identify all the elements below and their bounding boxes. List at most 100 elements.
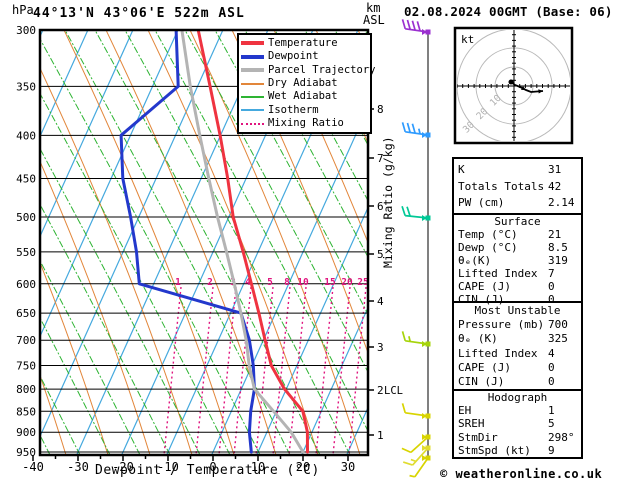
station-title: 44°13'N 43°06'E 522m ASL [33, 6, 245, 21]
legend-item: Dry Adiabat [241, 78, 368, 90]
stats-row: CAPE (J) 0 [458, 280, 577, 293]
legend-item: Dewpoint [241, 51, 368, 63]
legend-swatch-isotherm [241, 109, 264, 112]
stat-label: SREH [458, 417, 485, 431]
x-axis-label: Dewpoint / Temperature (°C) [95, 463, 320, 478]
stat-value: 319 [548, 254, 568, 267]
svg-text:900: 900 [16, 426, 36, 439]
svg-text:650: 650 [16, 307, 36, 320]
svg-text:500: 500 [16, 211, 36, 224]
stats-row: StmDir 298° [458, 431, 577, 444]
stats-box-indices: K 31 Totals Totals 42 PW (cm) 2.14 [452, 157, 583, 215]
stat-value: 9 [548, 443, 555, 457]
svg-text:850: 850 [16, 405, 36, 418]
stat-label: EH [458, 404, 472, 418]
svg-text:450: 450 [16, 172, 36, 185]
wind-barb-column [401, 19, 431, 478]
stat-value: 700 [548, 318, 568, 332]
legend-item: Wet Adiabat [241, 91, 368, 103]
stats-row: θₑ(K) 319 [458, 254, 577, 267]
stat-value: 21 [548, 228, 562, 241]
legend-label: Parcel Trajectory [268, 63, 376, 76]
stat-value: 298° [548, 430, 575, 444]
pressure-unit-label: hPa [12, 3, 34, 17]
svg-text:300: 300 [16, 24, 36, 37]
stats-row: Temp (°C) 21 [458, 228, 577, 241]
stats-row: Totals Totals 42 [458, 180, 577, 193]
stats-box-header: Hodograph [487, 391, 548, 405]
svg-text:800: 800 [16, 383, 36, 396]
svg-text:kt: kt [461, 33, 474, 46]
svg-text:15: 15 [324, 277, 336, 288]
run-datetime: 02.08.2024 00GMT (Base: 06) [404, 4, 613, 19]
altitude-ref-label: ASL [363, 13, 385, 27]
stat-label: Dewp (°C) [458, 241, 518, 254]
wind-barb [409, 455, 431, 478]
svg-text:750: 750 [16, 359, 36, 372]
stats-panels: K 31 Totals Totals 42 PW (cm) 2.14 Surface Temp… [452, 157, 583, 459]
svg-text:1: 1 [377, 429, 384, 442]
legend-box: Temperature Dewpoint Parcel Trajectory D… [237, 33, 376, 134]
stats-row: StmSpd (kt) 9 [458, 444, 577, 457]
stats-row: θₑ (K) 325 [458, 332, 577, 345]
legend-label: Mixing Ratio [268, 117, 344, 130]
svg-text:8: 8 [284, 277, 290, 288]
svg-text:350: 350 [16, 80, 36, 93]
svg-text:-30: -30 [67, 460, 89, 474]
stat-value: 4 [548, 346, 555, 360]
stat-label: Pressure (mb) [458, 318, 545, 332]
stat-value: 2.14 [548, 196, 575, 210]
legend-item: Mixing Ratio [241, 118, 368, 130]
legend-swatch-dry-adiabat [241, 82, 264, 85]
svg-text:3: 3 [377, 341, 384, 354]
stats-row: Lifted Index 4 [458, 347, 577, 360]
stat-value: 0 [548, 374, 555, 388]
legend-swatch-wet-adiabat [241, 95, 264, 98]
svg-text:20: 20 [341, 277, 353, 288]
stat-label: PW (cm) [458, 196, 505, 210]
stat-label: Totals Totals [458, 179, 545, 193]
legend-swatch-parcel [241, 68, 264, 73]
svg-text:600: 600 [16, 278, 36, 291]
svg-text:10: 10 [297, 277, 309, 288]
legend-label: Wet Adiabat [268, 90, 338, 103]
sounding-screenshot: 300 350 400 450 500 550 600 650 700 750 800 850 900 9… [0, 0, 629, 486]
svg-text:5: 5 [267, 277, 273, 288]
stat-value: 5 [548, 417, 555, 431]
hodograph: 102030kt [453, 26, 574, 145]
stat-label: Lifted Index [458, 267, 538, 280]
svg-text:400: 400 [16, 129, 36, 142]
legend-label: Isotherm [268, 103, 319, 116]
svg-text:550: 550 [16, 246, 36, 259]
svg-text:700: 700 [16, 334, 36, 347]
stat-value: 31 [548, 162, 562, 176]
stat-value: 325 [548, 332, 568, 346]
wind-barb [401, 331, 431, 347]
stats-row: PW (cm) 2.14 [458, 196, 577, 209]
wind-barb [401, 205, 431, 221]
stat-value: 1 [548, 404, 555, 418]
stats-box-header: Most Unstable [474, 304, 561, 318]
wind-barb [401, 19, 431, 35]
stat-value: 0 [548, 360, 555, 374]
stats-row: Lifted Index 7 [458, 267, 577, 280]
stat-label: CAPE (J) [458, 280, 511, 293]
stats-row: CAPE (J) 0 [458, 361, 577, 374]
legend-label: Dry Adiabat [268, 77, 338, 89]
mixing-ratio-lines [163, 286, 367, 454]
svg-text:4: 4 [377, 295, 384, 308]
stats-row: CIN (J) 0 [458, 375, 577, 388]
stat-value: 0 [548, 280, 555, 293]
stats-box-most-unstable: Most Unstable Pressure (mb) 700 θₑ (K) 325 Li… [452, 301, 583, 391]
svg-text:LCL: LCL [384, 385, 403, 397]
stat-label: Temp (°C) [458, 228, 518, 241]
legend-item: Isotherm [241, 104, 368, 116]
stat-value: 8.5 [548, 241, 568, 254]
stats-box-surface: Surface Temp (°C) 21 Dewp (°C) 8.5 θₑ(K) 319 Li… [452, 213, 583, 306]
legend-swatch-temperature [241, 41, 264, 46]
stats-row: K 31 [458, 163, 577, 176]
wind-barb [401, 403, 431, 419]
stat-label: CIN (J) [458, 374, 505, 388]
wind-barb [401, 122, 431, 138]
stats-row: EH 1 [458, 404, 577, 417]
